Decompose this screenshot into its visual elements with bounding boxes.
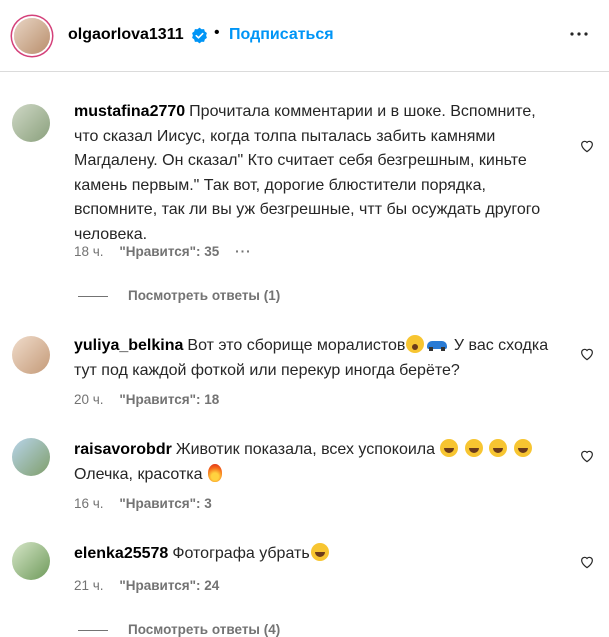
separator-dot: • [214,24,220,41]
comment-body: raisavorobdr Животик показала, всех успок… [74,438,564,487]
comment-time: 21 ч. [74,578,104,593]
comment-body: elenka25578 Фотографа убрать [74,542,564,567]
heart-icon[interactable] [579,346,595,362]
verified-badge-icon [192,27,207,44]
comment-likes[interactable]: "Нравится": 18 [119,392,219,407]
view-replies-button[interactable]: Посмотреть ответы (1) [78,288,280,303]
heart-icon[interactable] [579,554,595,570]
fire-emoji-icon [208,463,222,482]
heart-icon[interactable] [579,138,595,154]
post-author-username[interactable]: olgaorlova1311 [68,26,184,44]
laughing-emoji-icon [464,439,483,457]
commenter-avatar[interactable] [12,438,50,476]
comment-meta: 16 ч. "Нравится": 3 [74,496,224,511]
laughing-emoji-icon [489,439,508,457]
shocked-emoji-icon [406,335,425,353]
commenter-avatar[interactable] [12,542,50,580]
comment-body: yuliya_belkina Вот это сборище моралистов… [74,334,564,383]
follow-button[interactable]: Подписаться [229,26,334,44]
comment-time: 18 ч. [74,244,104,259]
car-emoji-icon [426,335,449,353]
comment-author[interactable]: yuliya_belkina [74,337,183,354]
comment-options-icon[interactable]: ··· [235,244,252,259]
comment-meta: 20 ч. "Нравится": 18 [74,392,231,407]
view-replies-label: Посмотреть ответы (1) [128,288,281,303]
comment-text: Животик показала, всех успокоила [175,441,440,458]
comment-author[interactable]: elenka25578 [74,545,168,562]
laughing-emoji-icon [310,543,329,561]
comment-text-continued: Олечка, красотка [74,465,207,483]
commenter-avatar[interactable] [12,104,50,142]
comment-author[interactable]: mustafina2770 [74,103,185,120]
comment-body: mustafina2770 Прочитала комментарии и в ш… [74,100,564,247]
comment-likes[interactable]: "Нравится": 3 [119,496,211,511]
comment-likes[interactable]: "Нравится": 35 [119,244,219,259]
replies-divider [78,295,108,297]
comment-likes[interactable]: "Нравится": 24 [119,578,219,593]
laughing-emoji-icon [440,439,459,457]
comment-time: 16 ч. [74,496,104,511]
commenter-avatar[interactable] [12,336,50,374]
post-header: olgaorlova1311 • Подписаться [0,0,609,72]
comment-meta: 21 ч. "Нравится": 24 [74,578,231,593]
replies-divider [78,629,108,631]
comment-meta: 18 ч. "Нравится": 35 ··· [74,244,264,259]
heart-icon[interactable] [579,448,595,464]
comment-text: Вот это сборище моралистов [187,337,406,354]
comment-text: Прочитала комментарии и в шоке. Вспомнит… [74,103,541,243]
more-options-icon[interactable] [567,22,591,46]
comment-time: 20 ч. [74,392,104,407]
post-author-avatar[interactable] [14,18,50,54]
comment-text: Фотографа убрать [172,545,310,562]
laughing-emoji-icon [513,439,532,457]
comment-author[interactable]: raisavorobdr [74,441,172,458]
